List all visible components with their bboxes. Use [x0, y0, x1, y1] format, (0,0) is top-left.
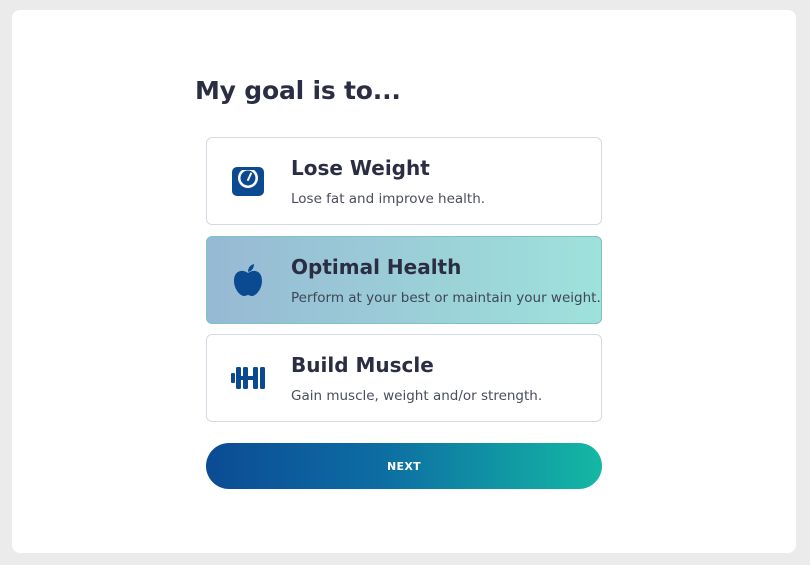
option-description: Perform at your best or maintain your we… — [291, 290, 601, 306]
option-title: Lose Weight — [291, 156, 430, 180]
goal-selection-card: My goal is to... Lose Weight Lose fat an… — [12, 10, 796, 553]
option-title: Build Muscle — [291, 353, 434, 377]
option-lose-weight[interactable]: Lose Weight Lose fat and improve health. — [206, 137, 602, 225]
apple-icon — [231, 263, 265, 297]
option-optimal-health[interactable]: Optimal Health Perform at your best or m… — [206, 236, 602, 324]
option-build-muscle[interactable]: Build Muscle Gain muscle, weight and/or … — [206, 334, 602, 422]
option-description: Gain muscle, weight and/or strength. — [291, 388, 543, 404]
next-button[interactable]: NEXT — [206, 443, 602, 489]
option-description: Lose fat and improve health. — [291, 191, 486, 207]
page-title: My goal is to... — [195, 76, 401, 105]
scale-icon — [231, 164, 265, 198]
dumbbell-icon — [231, 361, 265, 395]
option-title: Optimal Health — [291, 255, 462, 279]
